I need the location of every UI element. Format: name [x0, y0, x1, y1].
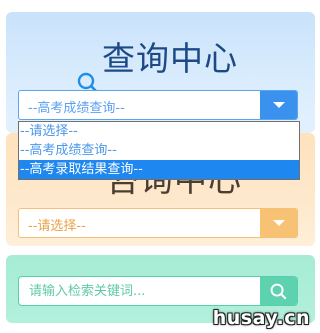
search-icon	[270, 283, 287, 300]
search-box	[18, 276, 298, 306]
query-type-selected-value: --高考成绩查询--	[28, 101, 125, 116]
query-center-title: 查询中心	[102, 39, 238, 78]
page: 查询中心 --高考成绩查询-- 咨询中心 --请选择-- --请选择-- --高…	[0, 0, 320, 333]
query-type-dropdown-button[interactable]	[260, 91, 297, 119]
query-type-select[interactable]: --高考成绩查询--	[18, 90, 298, 120]
option-please-select[interactable]: --请选择--	[19, 122, 299, 141]
chevron-down-icon	[273, 102, 285, 108]
consult-type-selected-value: --请选择--	[28, 219, 86, 234]
consult-type-select[interactable]: --请选择--	[18, 208, 298, 238]
query-type-options-list: --请选择-- --高考成绩查询-- --高考录取结果查询--	[18, 121, 300, 180]
option-gaokao-admission[interactable]: --高考录取结果查询--	[19, 160, 299, 179]
chevron-down-icon	[273, 220, 285, 226]
consult-type-dropdown-button[interactable]	[260, 209, 297, 237]
option-gaokao-score[interactable]: --高考成绩查询--	[19, 141, 299, 160]
search-button[interactable]	[260, 277, 297, 305]
search-input[interactable]	[19, 277, 259, 305]
watermark: husay.cn	[212, 307, 310, 329]
